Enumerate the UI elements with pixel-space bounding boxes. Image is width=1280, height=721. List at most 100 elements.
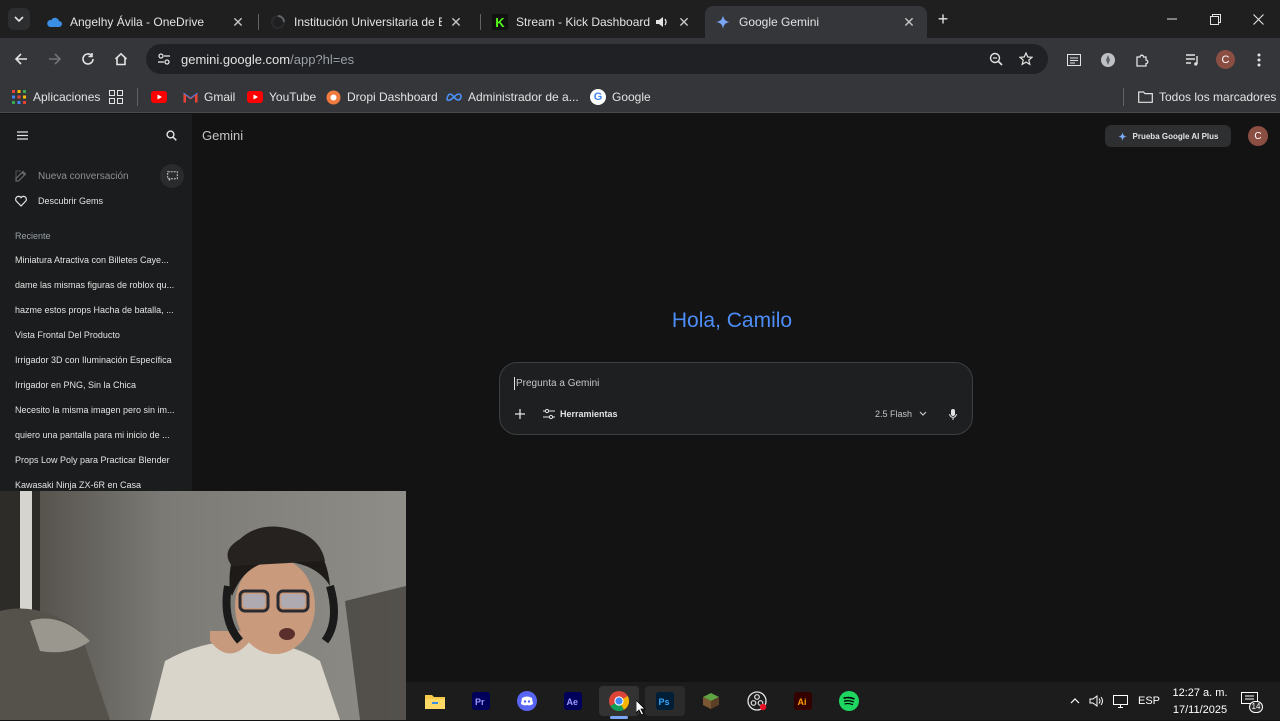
hamburger-menu-icon bbox=[16, 130, 28, 140]
address-bar[interactable]: gemini.google.com/app?hl=es bbox=[146, 44, 1048, 74]
bookmark-label: Todos los marcadores bbox=[1159, 90, 1277, 104]
account-avatar[interactable]: C bbox=[1248, 126, 1268, 146]
input-language[interactable]: ESP bbox=[1138, 695, 1160, 707]
folder-icon bbox=[1137, 89, 1153, 105]
minecraft-icon bbox=[703, 693, 719, 709]
sparkle-icon bbox=[1117, 131, 1127, 141]
taskbar-app[interactable] bbox=[742, 686, 772, 716]
restore-icon bbox=[1209, 13, 1221, 25]
recent-chat-item[interactable]: Irrigador 3D con Iluminación Específica bbox=[15, 355, 179, 365]
close-window-button[interactable] bbox=[1246, 8, 1270, 30]
reading-mode-button[interactable] bbox=[1063, 50, 1085, 70]
gemini-brand[interactable]: Gemini bbox=[202, 128, 243, 143]
tools-button[interactable]: Herramientas bbox=[543, 406, 618, 422]
network-monitor-icon bbox=[1112, 694, 1128, 708]
close-icon[interactable]: ✕ bbox=[901, 14, 917, 30]
all-bookmarks-folder[interactable]: Todos los marcadores bbox=[1137, 87, 1276, 107]
tab-kick-dashboard[interactable]: K Stream - Kick Dashboard ✕ bbox=[482, 6, 702, 38]
recent-chat-item[interactable]: Props Low Poly para Practicar Blender bbox=[15, 455, 179, 465]
recent-chat-item[interactable]: Kawasaki Ninja ZX-6R en Casa bbox=[15, 480, 179, 490]
close-icon[interactable]: ✕ bbox=[448, 14, 464, 30]
close-icon[interactable]: ✕ bbox=[230, 14, 246, 30]
taskbar-app[interactable] bbox=[512, 686, 542, 716]
profile-avatar-button[interactable]: C bbox=[1216, 50, 1235, 69]
chrome-menu-button[interactable] bbox=[1249, 49, 1269, 71]
search-icon bbox=[165, 129, 177, 141]
restore-window-button[interactable] bbox=[1203, 8, 1227, 30]
bookmark-gmail[interactable]: Gmail bbox=[182, 87, 235, 107]
upgrade-plan-button[interactable]: Prueba Google AI Plus bbox=[1105, 125, 1231, 147]
edit-pencil-icon bbox=[15, 170, 27, 182]
arrow-right-icon bbox=[49, 53, 62, 65]
bookmark-label: Dropi Dashboard bbox=[347, 90, 438, 104]
recent-chat-item[interactable]: Miniatura Atractiva con Billetes Caye... bbox=[15, 255, 179, 265]
taskbar-app[interactable] bbox=[420, 686, 450, 716]
recent-chat-item[interactable]: Necesito la misma imagen pero sin im... bbox=[15, 405, 179, 415]
loading-spinner-icon bbox=[270, 14, 286, 30]
taskbar-app[interactable] bbox=[696, 686, 726, 716]
taskbar-app[interactable]: Ae bbox=[558, 686, 588, 716]
network-button[interactable] bbox=[1112, 694, 1128, 708]
bookmark-label: Aplicaciones bbox=[33, 90, 101, 104]
webcam-feed-image bbox=[0, 491, 406, 720]
temporary-chat-button[interactable] bbox=[160, 164, 184, 188]
bookmark-label: Administrador de a... bbox=[468, 90, 579, 104]
tab-title: Angelhy Ávila - OneDrive bbox=[70, 15, 205, 29]
taskbar-app[interactable] bbox=[834, 686, 864, 716]
model-selector[interactable]: 2.5 Flash bbox=[875, 406, 927, 422]
taskbar-app[interactable] bbox=[599, 686, 639, 716]
back-button[interactable] bbox=[8, 46, 34, 72]
bookmark-aplicaciones[interactable]: Aplicaciones bbox=[11, 87, 100, 107]
recent-chat-item[interactable]: hazme estos props Hacha de batalla, ... bbox=[15, 305, 179, 315]
bookmark-youtube[interactable]: YouTube bbox=[247, 87, 316, 107]
bookmark-youtube-red[interactable] bbox=[151, 87, 173, 107]
recent-chat-item[interactable]: Irrigador en PNG, Sin la Chica bbox=[15, 380, 179, 390]
plus-icon bbox=[515, 409, 525, 419]
search-button[interactable] bbox=[163, 127, 179, 143]
extensions-button[interactable] bbox=[1131, 49, 1153, 71]
clock-date[interactable]: 17/11/2025 bbox=[1171, 704, 1229, 716]
forward-button[interactable] bbox=[42, 46, 68, 72]
tab-institucion[interactable]: Institución Universitaria de Barr ✕ bbox=[260, 6, 474, 38]
tab-search-button[interactable] bbox=[8, 8, 30, 30]
media-control-button[interactable] bbox=[1181, 49, 1203, 71]
bookmark-star-icon[interactable] bbox=[1018, 51, 1034, 66]
notification-center-button[interactable]: 14 bbox=[1240, 692, 1264, 714]
gmail-icon bbox=[182, 89, 198, 105]
recent-chat-item[interactable]: Vista Frontal Del Producto bbox=[15, 330, 179, 340]
recent-chat-item[interactable]: dame las mismas figuras de roblox qu... bbox=[15, 280, 179, 290]
bookmark-dropi-dashboard[interactable]: Dropi Dashboard bbox=[325, 87, 438, 107]
bookmark-administrador[interactable]: Administrador de a... bbox=[446, 87, 579, 107]
speaker-icon[interactable] bbox=[654, 14, 670, 30]
discover-gems-button[interactable]: Descubrir Gems bbox=[15, 193, 175, 209]
bookmark-grid[interactable] bbox=[108, 87, 130, 107]
extension-compass-button[interactable] bbox=[1097, 49, 1119, 71]
taskbar-app[interactable]: Ai bbox=[788, 686, 818, 716]
minimize-window-button[interactable] bbox=[1160, 8, 1184, 30]
tab-google-gemini[interactable]: Google Gemini ✕ bbox=[705, 6, 927, 38]
reload-button[interactable] bbox=[75, 46, 101, 72]
add-file-button[interactable] bbox=[512, 406, 528, 422]
close-icon[interactable]: ✕ bbox=[676, 14, 692, 30]
main-menu-button[interactable] bbox=[13, 127, 31, 143]
tray-overflow-button[interactable] bbox=[1068, 694, 1082, 708]
tab-divider bbox=[258, 14, 259, 30]
taskbar-app[interactable]: Ps bbox=[645, 686, 685, 716]
obs-icon bbox=[747, 691, 767, 711]
new-tab-button[interactable]: + bbox=[933, 9, 953, 29]
svg-text:Ai: Ai bbox=[798, 697, 807, 707]
home-button[interactable] bbox=[108, 46, 134, 72]
volume-button[interactable] bbox=[1089, 694, 1105, 708]
taskbar-app[interactable]: Pr bbox=[466, 686, 496, 716]
bookmark-google[interactable]: G Google bbox=[590, 87, 651, 107]
prompt-input[interactable]: Pregunta a Gemini bbox=[514, 375, 954, 391]
site-settings-icon[interactable] bbox=[157, 52, 171, 66]
zoom-icon[interactable] bbox=[989, 52, 1003, 66]
tab-onedrive[interactable]: Angelhy Ávila - OneDrive ✕ bbox=[36, 6, 256, 38]
bookmarks-divider bbox=[137, 88, 138, 106]
clock-time[interactable]: 12:27 a. m. bbox=[1171, 687, 1229, 699]
new-chat-button[interactable]: Nueva conversación bbox=[15, 168, 165, 184]
bookmark-label: Google bbox=[612, 90, 651, 104]
recent-chat-item[interactable]: quiero una pantalla para mi inicio de ..… bbox=[15, 430, 179, 440]
microphone-button[interactable] bbox=[946, 406, 960, 422]
